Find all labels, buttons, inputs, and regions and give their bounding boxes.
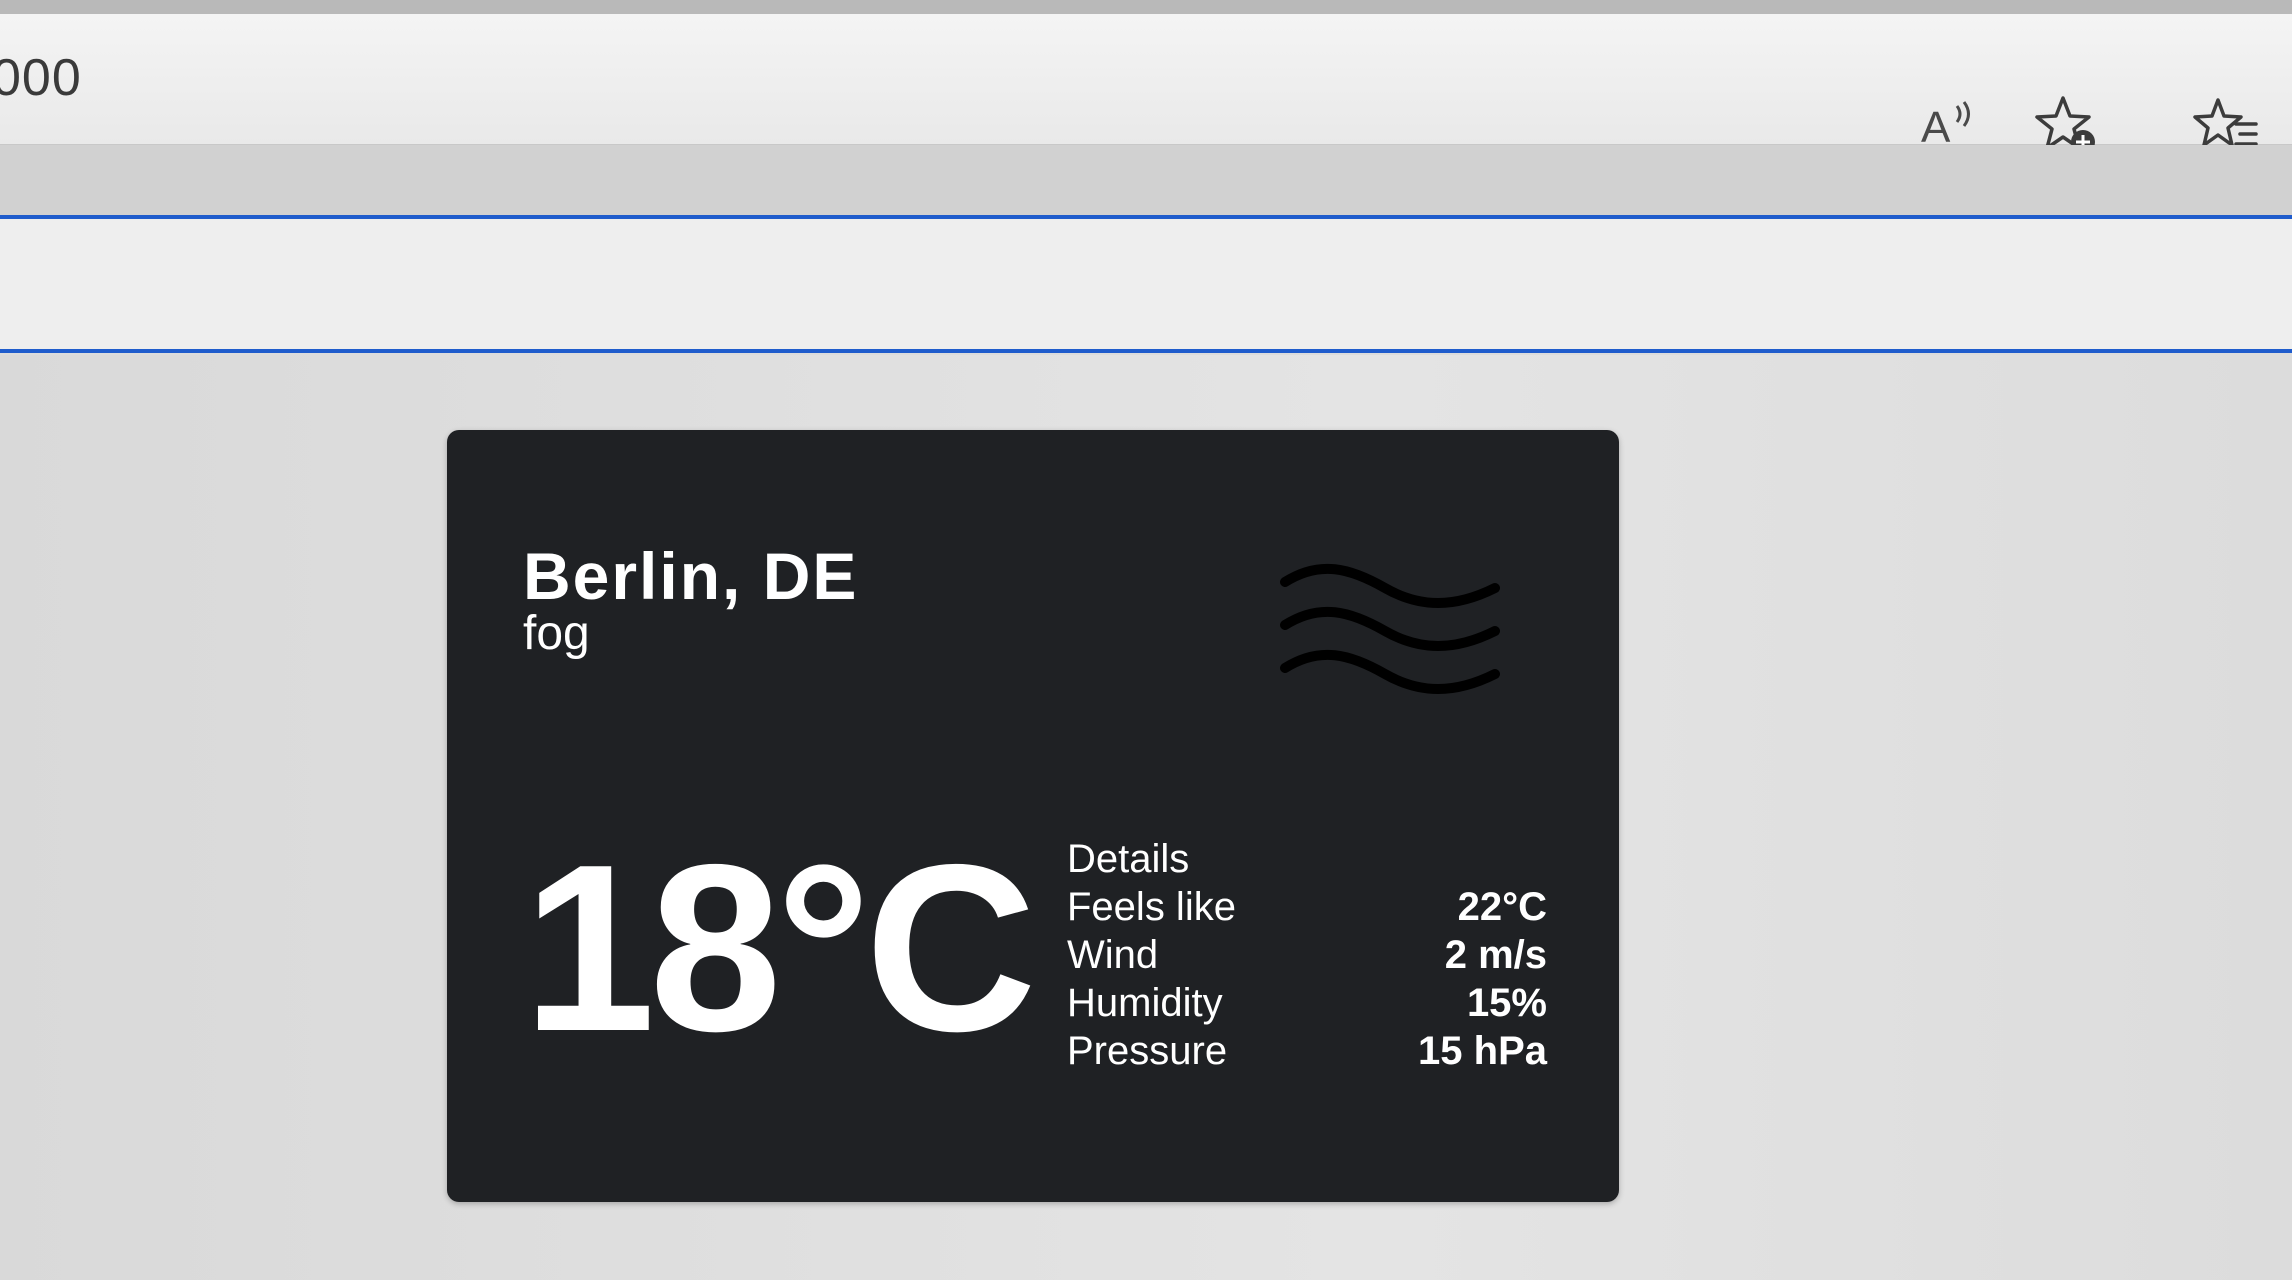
fog-icon (1275, 550, 1505, 700)
detail-label: Pressure (1067, 1029, 1228, 1073)
detail-row-pressure: Pressure 15 hPa (1067, 1027, 1547, 1075)
detail-value: 15 hPa (1418, 1029, 1547, 1073)
detail-label: Humidity (1067, 981, 1223, 1025)
detail-row-humidity: Humidity 15% (1067, 979, 1547, 1027)
highlighted-bar (0, 215, 2292, 353)
detail-label: Feels like (1067, 885, 1236, 929)
detail-value: 22°C (1457, 885, 1547, 929)
toolbar-gap (0, 145, 2292, 215)
details-header: Details (1067, 837, 1190, 881)
detail-value: 15% (1466, 981, 1547, 1025)
url-text[interactable]: 000 (0, 48, 82, 108)
details-panel: Details Feels like 22°C Wind 2 m/s Humid… (1067, 835, 1547, 1075)
weather-condition: fog (523, 607, 590, 660)
city-name: Berlin, DE (523, 539, 859, 613)
detail-label: Wind (1067, 933, 1159, 977)
detail-row-feels-like: Feels like 22°C (1067, 883, 1547, 931)
current-temperature: 18°C (523, 816, 1037, 1081)
weather-card: Berlin, DE fog 18°C Details Feels like 2… (447, 430, 1619, 1202)
tab-strip (0, 0, 2292, 14)
detail-value: 2 m/s (1444, 933, 1547, 977)
detail-row-wind: Wind 2 m/s (1067, 931, 1547, 979)
